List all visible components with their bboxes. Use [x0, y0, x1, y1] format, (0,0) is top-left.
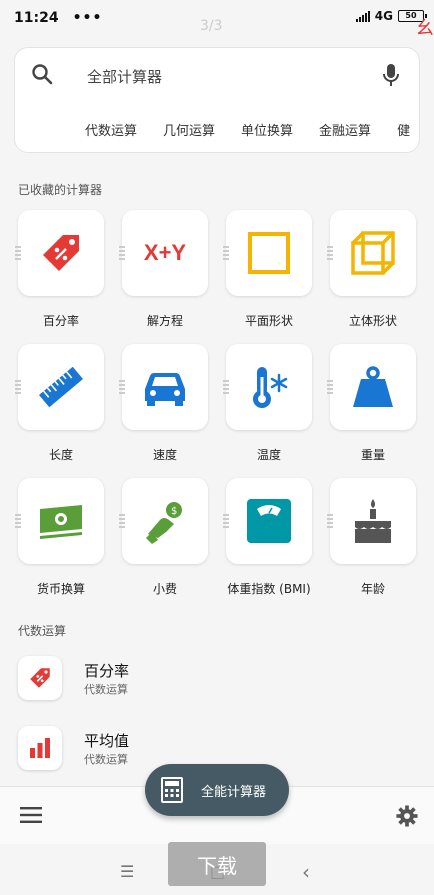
list-item-subtitle: 代数运算	[84, 753, 128, 766]
thermometer-icon	[253, 367, 288, 408]
menu-icon[interactable]	[20, 807, 42, 823]
percent-tag-icon	[43, 235, 79, 271]
tile-percent[interactable]: 百分率	[15, 210, 122, 329]
favorites-label: 已收藏的计算器	[18, 183, 103, 197]
category-chips: 代数运算 几何运算 单位换算 金融运算 健	[85, 120, 410, 139]
search-icon[interactable]	[30, 62, 54, 86]
scale-icon	[247, 499, 291, 543]
chip-geometry[interactable]: 几何运算	[163, 120, 215, 139]
tile-label: 温度	[256, 448, 281, 462]
search-card: 全部计算器 代数运算 几何运算 单位换算 金融运算 健	[14, 47, 420, 153]
back-nav-icon[interactable]: ‹	[302, 860, 310, 884]
drag-handle[interactable]	[223, 514, 229, 528]
tile-age[interactable]: 年龄	[327, 478, 434, 597]
tile-currency[interactable]: 货币换算	[15, 478, 122, 597]
tile-label: 小费	[152, 582, 177, 596]
network-type: 4G	[374, 9, 393, 23]
tile-solid-shapes[interactable]: 立体形状	[327, 210, 434, 329]
mic-icon[interactable]	[381, 62, 401, 88]
list-item-title: 平均值	[84, 732, 130, 750]
drag-handle[interactable]	[15, 246, 21, 260]
list-item-percent[interactable]: 百分率 代数运算	[18, 656, 418, 706]
drag-handle[interactable]	[119, 246, 125, 260]
drag-handle[interactable]	[223, 246, 229, 260]
square-icon	[248, 232, 290, 274]
drag-handle[interactable]	[327, 514, 333, 528]
recents-nav-icon[interactable]: ☰	[120, 862, 134, 881]
tile-label: 立体形状	[348, 314, 397, 328]
gear-icon[interactable]	[396, 805, 418, 827]
tile-label: 体重指数 (BMI)	[227, 582, 311, 596]
tile-label: 货币换算	[36, 582, 85, 596]
x-plus-y-icon: X+Y	[143, 240, 187, 265]
tile-speed[interactable]: 速度	[119, 344, 226, 463]
tile-label: 重量	[360, 448, 385, 462]
tile-label: 长度	[48, 448, 73, 462]
chip-health[interactable]: 健	[397, 120, 410, 139]
tile-tip[interactable]: $ 小费	[119, 478, 226, 597]
chip-finance[interactable]: 金融运算	[319, 120, 371, 139]
status-more-dots: •••	[72, 10, 103, 26]
birthday-cake-icon	[355, 499, 391, 543]
tile-length[interactable]: 长度	[15, 344, 122, 463]
tip-hand-icon: $	[146, 502, 182, 544]
page-indicator: 3/3	[200, 18, 223, 34]
drag-handle[interactable]	[119, 514, 125, 528]
tile-weight[interactable]: 重量	[327, 344, 434, 463]
list-item-subtitle: 代数运算	[84, 683, 128, 696]
drag-handle[interactable]	[15, 380, 21, 394]
svg-text:$: $	[171, 506, 177, 517]
car-icon	[145, 373, 185, 406]
ruler-icon	[39, 366, 83, 408]
weight-icon	[353, 366, 393, 407]
list-item-title: 百分率	[84, 662, 130, 680]
status-time: 11:24	[14, 10, 59, 26]
banknotes-icon	[40, 505, 82, 539]
tile-label: 百分率	[42, 314, 79, 328]
drag-handle[interactable]	[15, 514, 21, 528]
search-input[interactable]: 全部计算器	[87, 66, 162, 87]
signal-icon	[355, 10, 370, 22]
tile-bmi[interactable]: 体重指数 (BMI)	[223, 478, 330, 597]
all-calculators-fab[interactable]: 全能计算器	[145, 764, 289, 816]
drag-handle[interactable]	[223, 380, 229, 394]
percent-tag-icon	[30, 668, 50, 688]
tile-equation[interactable]: X+Y 解方程	[119, 210, 226, 329]
tile-plane-shapes[interactable]: 平面形状	[223, 210, 330, 329]
drag-handle[interactable]	[119, 380, 125, 394]
download-button[interactable]: 下载	[168, 842, 266, 886]
bar-chart-icon	[30, 738, 50, 758]
algebra-section-label: 代数运算	[18, 624, 67, 638]
tile-label: 速度	[152, 448, 177, 462]
cube-icon	[351, 231, 395, 275]
drag-handle[interactable]	[327, 380, 333, 394]
chip-unit-conversion[interactable]: 单位换算	[241, 120, 293, 139]
tile-label: 解方程	[146, 314, 183, 328]
status-indicators: 4G 50	[355, 9, 427, 23]
chip-algebra[interactable]: 代数运算	[85, 120, 137, 139]
calculator-icon	[161, 777, 183, 803]
drag-handle[interactable]	[327, 246, 333, 260]
fab-label: 全能计算器	[201, 784, 267, 800]
tile-temperature[interactable]: 温度	[223, 344, 330, 463]
tile-label: 平面形状	[244, 314, 293, 328]
tile-label: 年龄	[360, 582, 385, 596]
edge-overlay-text: 幺	[416, 18, 434, 39]
